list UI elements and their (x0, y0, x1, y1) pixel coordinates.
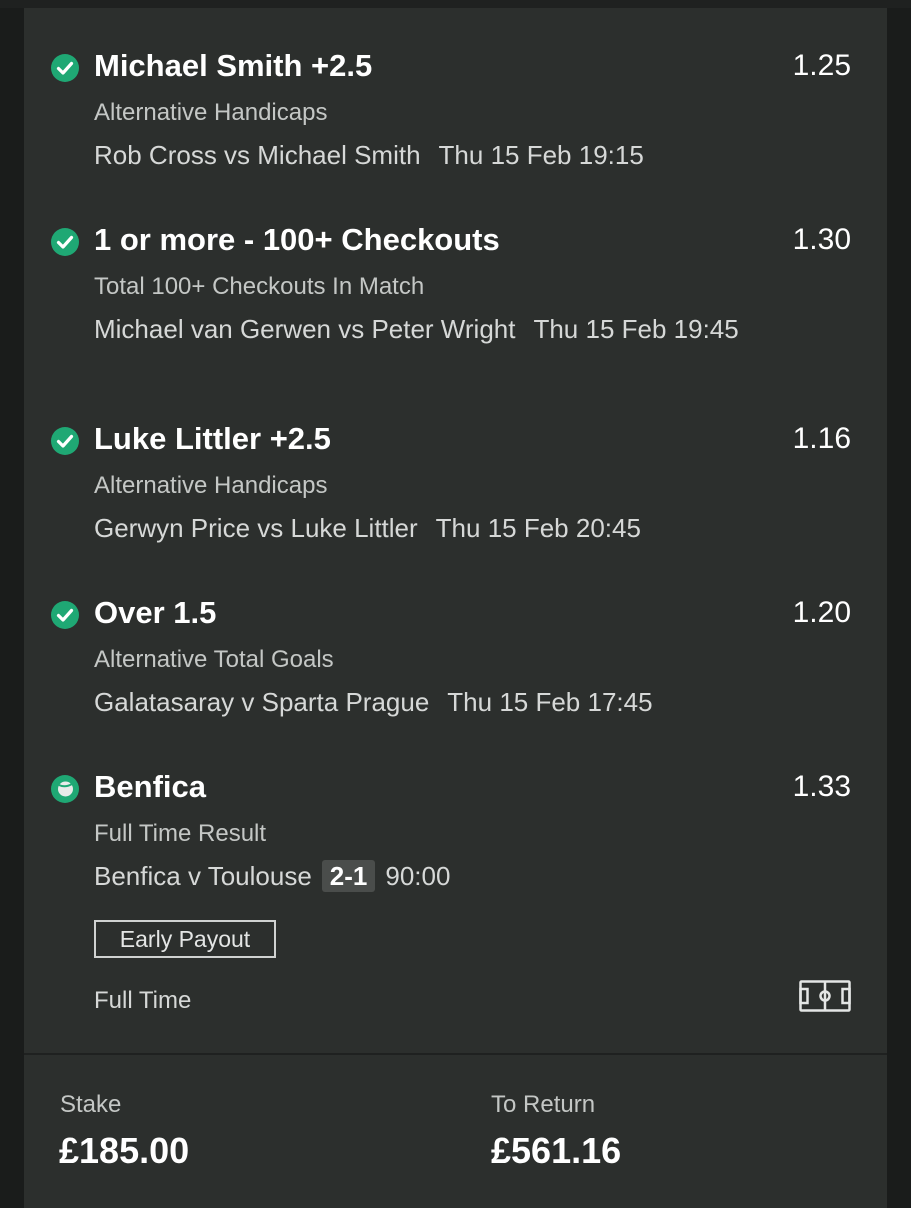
selection-event-line: Gerwyn Price vs Luke Littler Thu 15 Feb 2… (94, 511, 794, 546)
event-name: Gerwyn Price vs Luke Littler (94, 513, 418, 543)
selection-odds: 1.30 (792, 223, 851, 256)
selection-event-line: Galatasaray v Sparta Prague Thu 15 Feb 17… (94, 685, 794, 720)
early-payout-badge: Early Payout (94, 920, 276, 958)
selection-odds: 1.25 (792, 49, 851, 82)
score-badge: 2-1 (321, 860, 376, 892)
selection-name: Over 1.5 (94, 595, 217, 630)
stake-value: £185.00 (59, 1130, 190, 1171)
bet-receipt-card: Michael Smith +2.5 1.25 Alternative Hand… (24, 8, 887, 1208)
event-name: Rob Cross vs Michael Smith (94, 140, 421, 170)
to-return-value: £561.16 (491, 1130, 622, 1171)
selection-market: Alternative Handicaps (94, 472, 328, 499)
selection-name: Michael Smith +2.5 (94, 48, 373, 83)
event-name: Galatasaray v Sparta Prague (94, 687, 430, 717)
to-return-label: To Return (491, 1091, 596, 1118)
selection-event-line: Michael van Gerwen vs Peter Wright Thu 15… (94, 312, 774, 347)
stake-label: Stake (60, 1091, 122, 1118)
selection-odds: 1.20 (792, 596, 851, 629)
football-pitch-icon[interactable] (799, 980, 851, 1012)
selection-name: Luke Littler +2.5 (94, 421, 331, 456)
selection-event-line: Rob Cross vs Michael Smith Thu 15 Feb 19:… (94, 138, 794, 173)
selection-market: Total 100+ Checkouts In Match (94, 273, 425, 300)
check-circle-icon (51, 427, 79, 455)
selection-event-line: Benfica v Toulouse 2-1 90:00 (94, 859, 794, 894)
event-time: Thu 15 Feb 17:45 (447, 687, 653, 717)
check-circle-icon (51, 54, 79, 82)
footer-divider (24, 1053, 887, 1055)
check-circle-icon (51, 601, 79, 629)
event-name: Michael van Gerwen vs Peter Wright (94, 314, 516, 344)
selection-name: Benfica (94, 769, 206, 804)
top-strip (0, 0, 911, 8)
check-circle-icon (51, 228, 79, 256)
selection-odds: 1.16 (792, 422, 851, 455)
selection-market: Full Time Result (94, 820, 267, 847)
selection-market: Alternative Handicaps (94, 99, 328, 126)
selection-name: 1 or more - 100+ Checkouts (94, 222, 500, 257)
match-clock: 90:00 (385, 861, 451, 891)
selection-market: Alternative Total Goals (94, 646, 334, 673)
event-time: Thu 15 Feb 19:45 (533, 314, 739, 344)
event-time: Thu 15 Feb 19:15 (438, 140, 644, 170)
event-name: Benfica v Toulouse (94, 861, 312, 891)
match-status: Full Time (94, 987, 192, 1014)
event-time: Thu 15 Feb 20:45 (435, 513, 641, 543)
selection-odds: 1.33 (792, 770, 851, 803)
in-play-circle-icon (51, 775, 79, 803)
